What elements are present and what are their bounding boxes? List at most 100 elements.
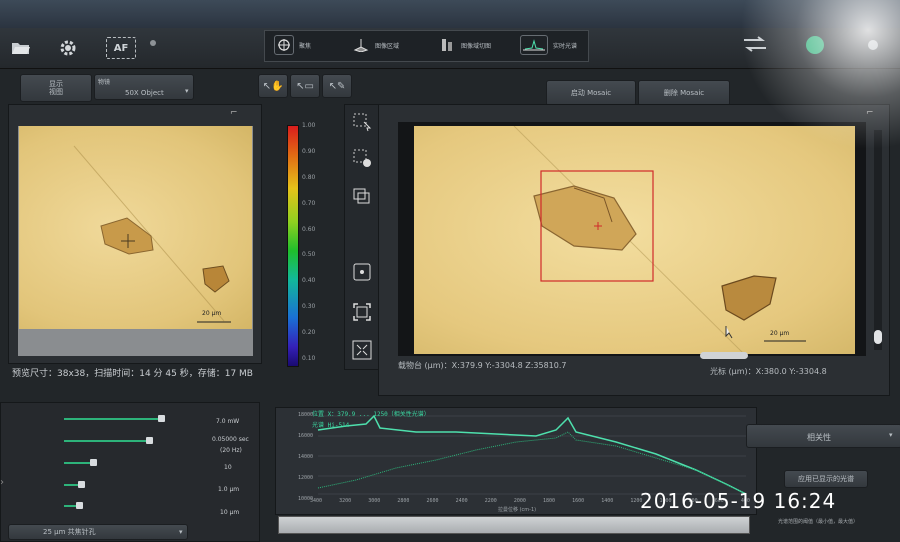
x-tick: 3200 [339,498,352,504]
cursor-position-text: 光标 (μm)：X:380.0 Y:-3304.8 [710,367,827,376]
point-target-icon[interactable] [352,262,372,286]
x-tick: 2800 [397,498,410,504]
x-tick: 3000 [368,498,381,504]
frequency-value: (20 Hz) [220,447,242,454]
vertical-scrollbar[interactable] [874,130,882,350]
laser-power-slider[interactable] [64,415,194,422]
colormap-tick: 0.10 [302,354,316,362]
autofocus-label: AF [113,42,129,54]
scale-bar-label: 20 μm [202,310,222,317]
pointer-select-tool-button[interactable]: ↖▭ [290,74,320,98]
chevron-down-icon: ▾ [185,87,189,95]
tab-label: 实时光谱 [553,42,578,50]
colormap-tick: 0.70 [302,199,316,207]
colormap-tick: 0.30 [302,303,316,311]
objective-label: 物镜 [98,79,111,86]
colormap-tick: 0.60 [302,225,316,233]
y-tick: 18000 [298,412,314,418]
gear-icon[interactable] [55,35,81,61]
tab-label: 图像域切图 [461,42,492,50]
swap-arrows-icon[interactable] [742,35,768,57]
display-view-button[interactable]: 显示 视图 [20,74,92,102]
analysis-mode-select[interactable]: 相关性 ▾ [746,424,900,448]
cursor-hand-icon: ↖✋ [262,80,284,92]
spectrum-legend-2: 光谱 Hi-514 [312,422,350,429]
preview-microscope-image[interactable]: 20 μm [19,126,252,329]
corner-axes-icon: ⌐ [866,108,874,118]
chevron-down-icon: ▾ [179,528,183,536]
region-select-icon[interactable] [352,112,372,136]
autofocus-button[interactable]: AF [106,37,136,59]
scale-bar-label: 20 μm [770,330,790,337]
tool-strip [344,104,382,370]
depth-step-value: 10 μm [220,509,240,516]
accumulation-value: 10 [224,464,232,471]
y-tick: 14000 [298,454,314,460]
pinhole-value: 25 μm 共焦针孔 [43,528,96,536]
scrollbar-thumb[interactable] [874,330,882,344]
colormap-tick: 0.20 [302,329,316,336]
exposure-value: 0.05000 sec [212,436,249,443]
x-tick: 2000 [513,498,526,504]
start-mosaic-button[interactable]: 启动 Mosaic [546,80,636,106]
pointer-pen-tool-button[interactable]: ↖✎ [322,74,352,98]
x-tick: 2400 [455,498,468,504]
spectrum-progress-bar [278,516,750,534]
window-title-bar [0,0,900,28]
tab-label: 聚焦 [299,42,312,50]
folder-open-icon[interactable] [8,35,34,61]
layers-icon[interactable] [352,186,372,210]
colormap-scale [287,125,299,367]
scan-summary-text: 预览尺寸：38x38，扫描时间：14 分 45 秒，存储：17 MB [12,369,253,379]
objective-value: 50X Object [125,89,164,97]
x-tick: 1400 [601,498,614,504]
chevron-down-icon: ▾ [889,431,893,439]
tab-image-region[interactable]: 图像区域 [352,34,399,56]
colormap-tick: 1.00 [302,122,316,129]
step-size-value: 1.0 μm [218,486,240,493]
step-size-slider[interactable] [64,481,194,488]
check-circle-icon[interactable] [806,36,824,54]
pinhole-select[interactable]: 25 μm 共焦针孔 ▾ [8,524,188,540]
colormap-tick: 0.80 [302,173,316,181]
status-dot-icon [150,40,156,46]
crosshair-icon [274,35,294,55]
x-tick: 2200 [484,498,497,504]
tab-live-spectrum[interactable]: 实时光谱 [520,34,577,56]
stage-position-text: 载物台 (μm)：X:379.9 Y:-3304.8 Z:35810.7 [398,361,567,370]
spectrum-x-label: 拉曼位移 (cm-1) [498,507,537,513]
colormap-tick: 0.50 [302,251,316,259]
spectrum-icon [520,35,548,55]
tab-focus[interactable]: 聚焦 [274,34,311,56]
cursor-select-icon: ↖▭ [296,80,314,92]
region-auto-icon[interactable] [352,148,372,172]
colormap-tick: 0.90 [302,147,316,155]
x-tick: 1800 [543,498,556,504]
accumulation-slider[interactable] [64,459,194,466]
y-tick: 16000 [298,433,314,439]
pointer-hand-tool-button[interactable]: ↖✋ [258,74,288,98]
colormap-ticks: 1.00 0.90 0.80 0.70 0.60 0.50 0.40 0.30 … [302,122,322,362]
laser-power-value: 7.0 mW [216,418,240,425]
expand-arrow-icon[interactable]: › [0,477,4,488]
expand-icon[interactable] [352,340,372,364]
live-microscope-image[interactable]: 20 μm [414,125,855,355]
cursor-pen-icon: ↖✎ [328,80,346,92]
objective-select[interactable]: 物镜 50X Object ▾ [94,74,194,100]
info-icon[interactable] [868,40,878,50]
x-tick: 2600 [426,498,439,504]
photo-timestamp: 2016-05-19 16:24 [640,489,837,513]
microscope-icon [438,36,456,54]
range-threshold-label: 光谱范围的阈值（最小值，最大值） [778,519,859,525]
y-tick: 12000 [298,475,314,481]
analysis-mode-value: 相关性 [807,433,831,442]
fit-frame-icon[interactable] [352,302,372,326]
corner-axes-icon: ⌐ [230,108,238,118]
depth-step-slider[interactable] [64,502,194,509]
delete-mosaic-button[interactable]: 删除 Mosaic [638,80,730,106]
exposure-slider[interactable] [64,437,194,444]
stage-icon [352,36,370,54]
horizontal-scrollbar-thumb[interactable] [700,352,748,359]
tab-image-slice[interactable]: 图像域切图 [438,34,491,56]
apply-spectrum-button[interactable]: 应用已显示的光谱 [784,470,868,488]
